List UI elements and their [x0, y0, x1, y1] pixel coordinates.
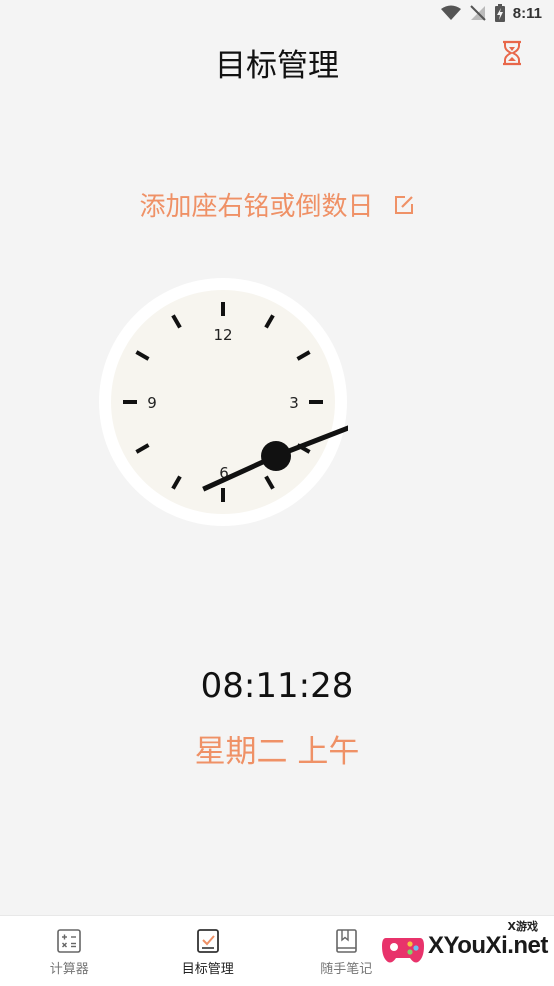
- motto-text: 添加座右铭或倒数日: [139, 192, 374, 222]
- numeral-3: 3: [289, 394, 299, 412]
- watermark-brand: XYouXi.net: [428, 932, 548, 959]
- status-icons: 8:11: [440, 4, 542, 22]
- numeral-9: 9: [147, 394, 157, 412]
- weekday-period: 星期二 上午: [194, 734, 360, 770]
- digital-time: 08:11:28: [200, 666, 354, 706]
- hourglass-button[interactable]: [500, 40, 524, 66]
- nav-label-goal-management: 目标管理: [181, 962, 234, 977]
- hourglass-icon: [503, 40, 521, 66]
- motto-add-button[interactable]: 添加座右铭或倒数日: [0, 186, 554, 223]
- battery-charging-icon: [494, 4, 505, 22]
- nav-item-calculator[interactable]: 计算器: [0, 916, 139, 986]
- gamepad-logo-icon: [382, 938, 424, 963]
- calculator-icon: [57, 929, 82, 953]
- nav-label-notes: 随手笔记: [320, 962, 373, 977]
- no-signal-icon: [470, 5, 486, 21]
- analog-clock: 12 3 6 9: [99, 278, 348, 526]
- goal-checklist-icon: [196, 929, 219, 953]
- clock-hub: [261, 441, 291, 471]
- nav-item-goal-management[interactable]: 目标管理: [139, 916, 278, 986]
- wifi-icon: [440, 5, 461, 20]
- watermark: X游戏 XYouXi.net: [378, 914, 548, 976]
- numeral-12: 12: [213, 326, 232, 344]
- edit-icon: [394, 195, 413, 214]
- status-bar: 8:11: [0, 0, 554, 28]
- notebook-icon: [336, 929, 358, 953]
- page-title: 目标管理: [215, 48, 339, 84]
- nav-label-calculator: 计算器: [49, 962, 89, 977]
- status-time: 8:11: [512, 4, 542, 22]
- header: 目标管理: [0, 32, 554, 88]
